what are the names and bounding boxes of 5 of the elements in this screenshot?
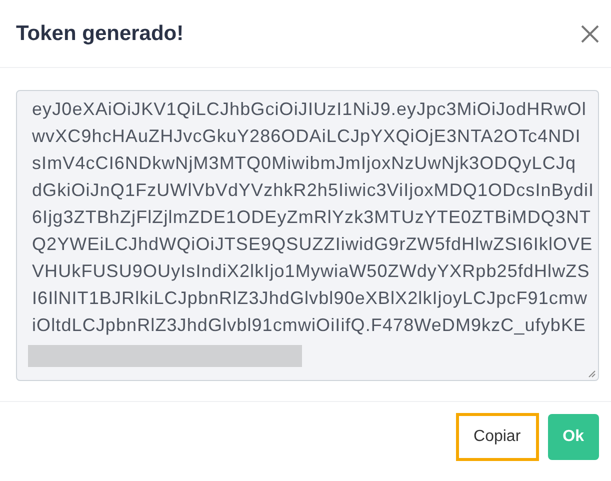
copy-button[interactable]: Copiar <box>456 412 539 460</box>
close-icon[interactable] <box>580 24 600 44</box>
token-field[interactable] <box>16 90 599 381</box>
resize-grip-icon <box>588 370 596 378</box>
dialog-title: Token generado! <box>16 22 184 46</box>
